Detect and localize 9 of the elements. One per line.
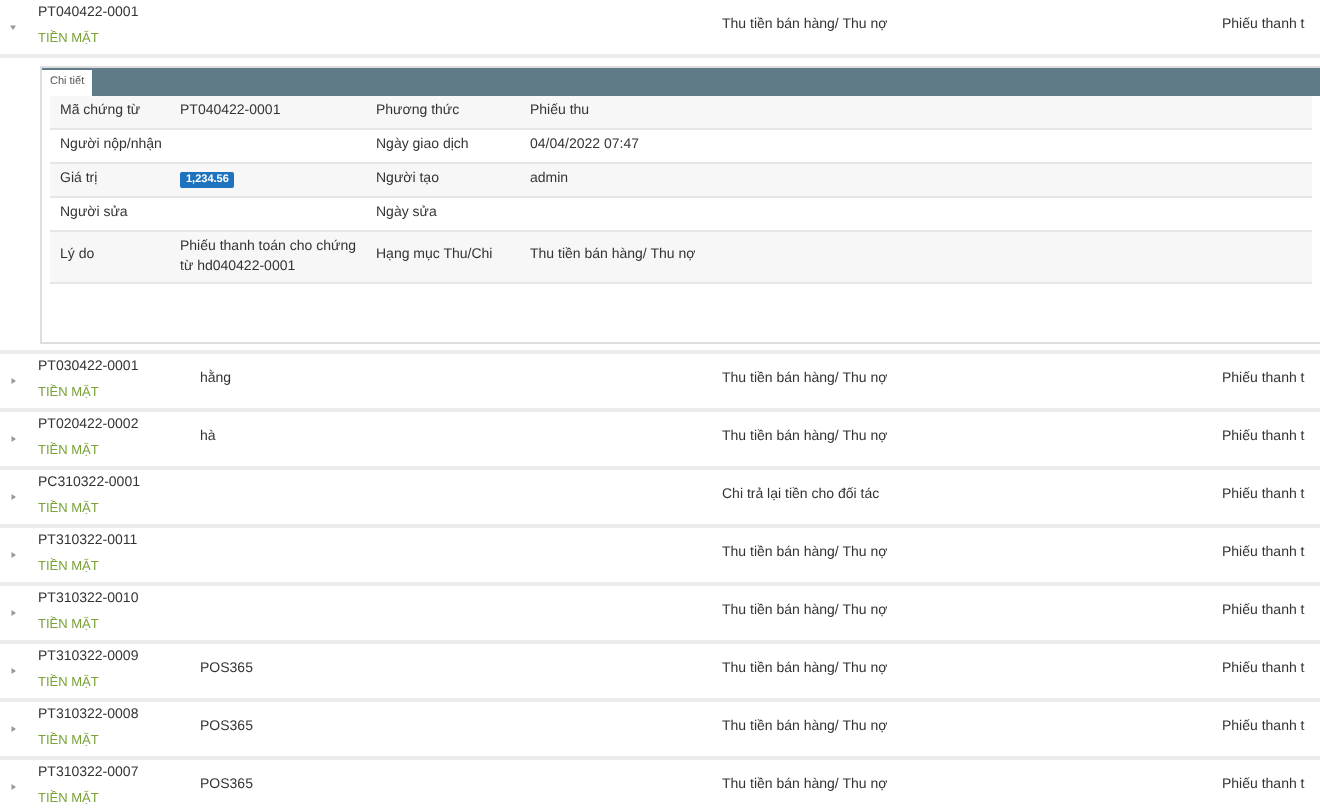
- caret-down-icon[interactable]: [10, 24, 16, 30]
- caret-right-icon[interactable]: [10, 784, 16, 790]
- caret-right-icon[interactable]: [10, 552, 16, 558]
- caret-right-icon[interactable]: [10, 610, 16, 616]
- caret-right-icon[interactable]: [10, 378, 16, 384]
- caret-right-icon[interactable]: [10, 726, 16, 732]
- caret-right-icon[interactable]: [10, 668, 16, 674]
- caret-right-icon[interactable]: [10, 494, 16, 500]
- caret-right-icon[interactable]: [10, 436, 16, 442]
